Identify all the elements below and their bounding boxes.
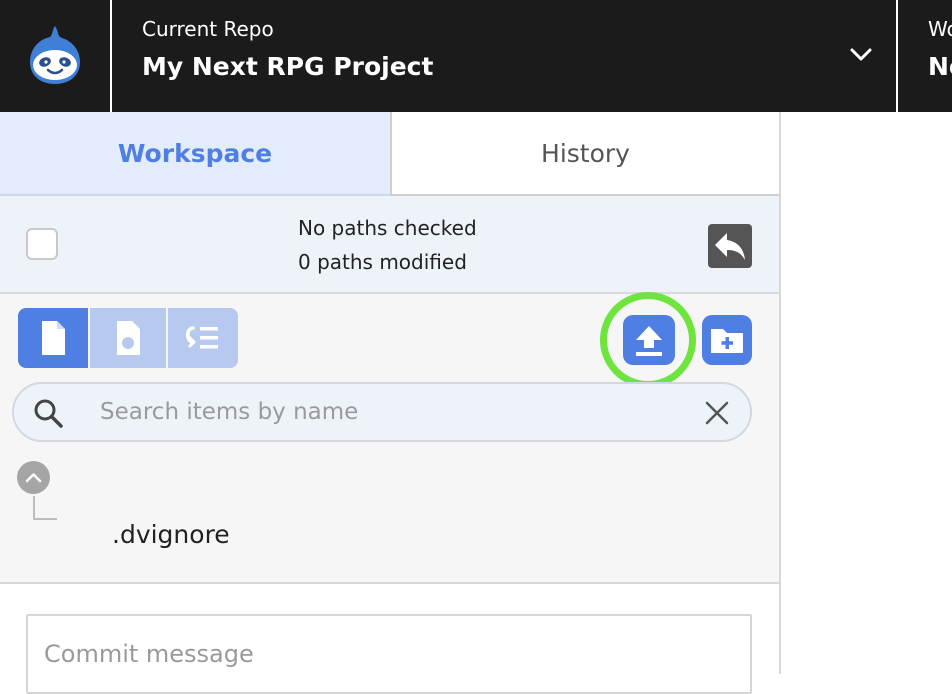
file-browser: .dvignore [0,292,779,651]
upload-icon [636,326,662,356]
tab-history[interactable]: History [390,112,779,196]
status-bar: No paths checked 0 paths modified [0,196,779,294]
repo-selector[interactable]: Current Repo My Next RPG Project [114,0,898,112]
upload-button[interactable] [623,315,675,365]
workspace-panel: Workspace History No paths checked 0 pat… [0,112,781,694]
file-icon [42,321,65,355]
workspace-caption: Workspace [928,17,952,41]
select-all-checkbox[interactable] [26,228,58,260]
list-indent-icon [186,326,218,349]
commit-message-input[interactable] [42,636,732,672]
tree-connector [33,496,57,520]
search-bar [12,382,752,442]
tab-workspace[interactable]: Workspace [0,112,390,196]
view-tree-list-button[interactable] [168,308,238,368]
sloth-logo-icon [30,26,80,84]
collapse-button[interactable] [17,461,50,494]
view-all-files-button[interactable] [18,308,88,368]
revert-button[interactable] [708,224,752,268]
repo-name: My Next RPG Project [142,52,434,81]
top-bar: Current Repo My Next RPG Project Workspa… [0,0,952,112]
commit-message-box [26,614,752,694]
view-modified-files-button[interactable] [90,308,166,368]
close-icon[interactable] [704,400,730,426]
reply-arrow-icon [715,233,745,260]
folder-plus-icon [711,329,743,353]
logo-cell [0,0,112,112]
chevron-down-icon[interactable] [848,44,874,64]
tab-bar: Workspace History [0,112,779,196]
search-input[interactable] [98,394,688,430]
workspace-selector[interactable]: Workspace No [900,0,952,112]
modified-paths-text: 0 paths modified [298,250,467,274]
file-modified-icon [117,321,140,355]
repo-caption: Current Repo [142,17,274,41]
search-icon [34,399,63,428]
new-folder-button[interactable] [702,315,752,365]
checked-paths-text: No paths checked [298,216,477,240]
file-name[interactable]: .dvignore [112,520,230,549]
workspace-name: No [928,52,952,81]
chevron-up-icon [25,473,42,483]
